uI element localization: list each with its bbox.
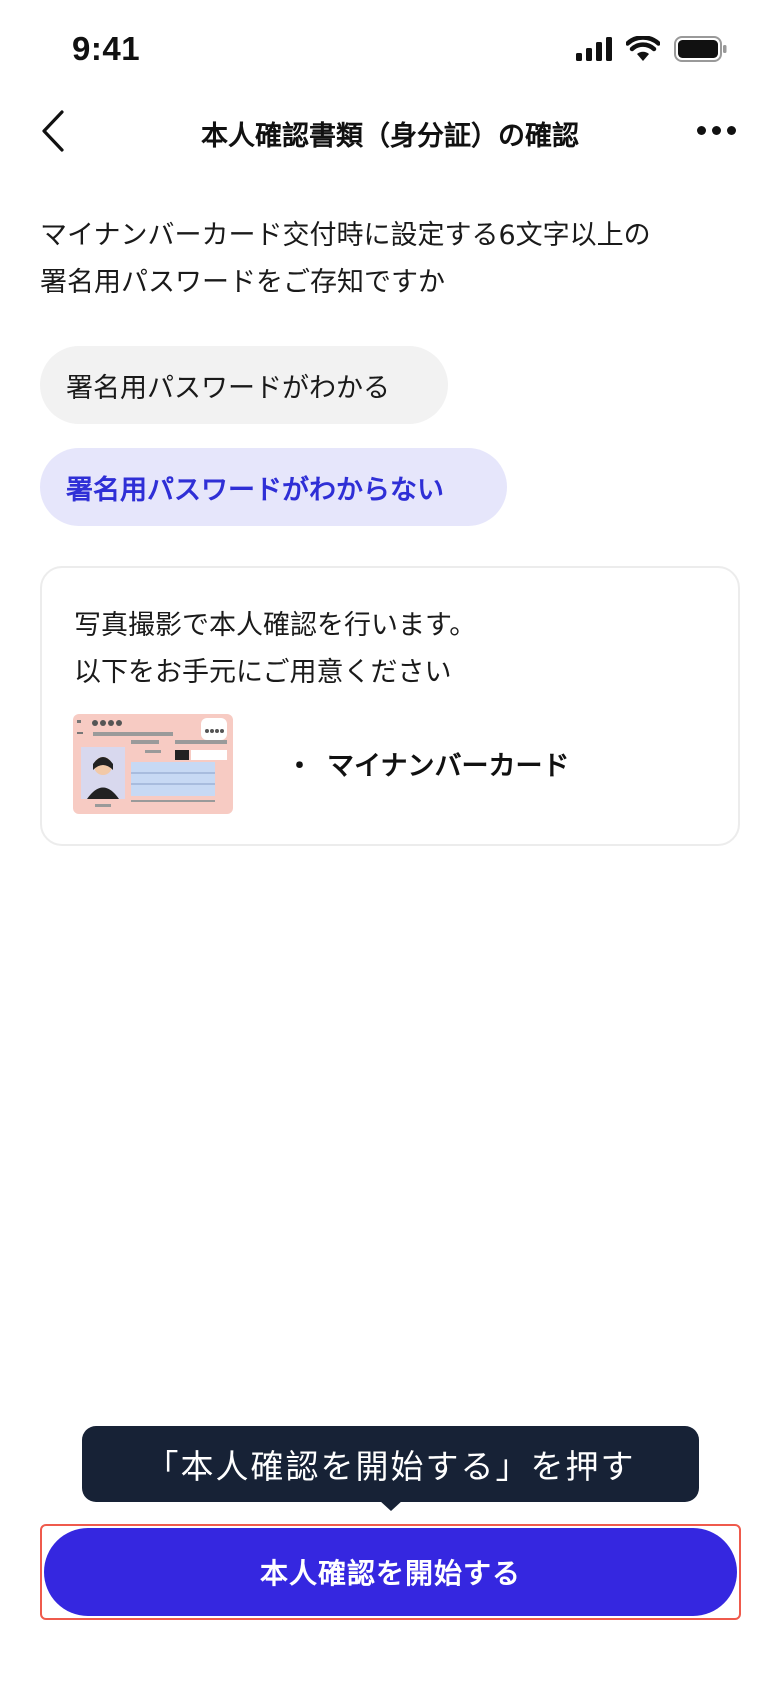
wifi-icon: [626, 36, 660, 61]
page-title: 本人確認書類（身分証）の確認: [201, 121, 579, 152]
status-bar: 9:41: [0, 0, 780, 100]
more-dots-icon: [696, 125, 706, 135]
question-line-1: マイナンバーカード交付時に設定する6文字以上の: [40, 220, 651, 251]
status-time: 9:41: [72, 30, 141, 67]
info-card: 写真撮影で本人確認を行います。 以下をお手元にご用意ください ・ マイナンバーカ…: [40, 566, 740, 846]
more-options-button[interactable]: [688, 112, 744, 148]
status-icons: [576, 36, 728, 62]
my-number-card-icon: [73, 714, 233, 814]
instruction-tooltip: 「本人確認を開始する」を押す: [82, 1426, 699, 1502]
question-line-2: 署名用パスワードをご存知ですか: [40, 267, 445, 298]
info-line-1: 写真撮影で本人確認を行います。: [74, 610, 477, 641]
battery-icon: [674, 36, 727, 62]
document-item: ・ マイナンバーカード: [286, 744, 569, 783]
navigation-bar: 本人確認書類（身分証）の確認: [0, 100, 780, 180]
tooltip-arrow: [379, 1500, 403, 1511]
start-verification-button[interactable]: 本人確認を開始する: [44, 1528, 737, 1616]
choice-label: 署名用パスワードがわからない: [66, 474, 444, 506]
document-bullet: ・: [286, 751, 313, 782]
cta-highlight-frame: 本人確認を開始する: [40, 1524, 741, 1620]
choice-does-not-know-password[interactable]: 署名用パスワードがわからない: [40, 448, 507, 526]
info-line-2: 以下をお手元にご用意ください: [74, 657, 452, 688]
cellular-signal-icon: [576, 37, 612, 61]
info-text: 写真撮影で本人確認を行います。 以下をお手元にご用意ください: [74, 602, 476, 696]
tooltip-text: 「本人確認を開始する」を押す: [145, 1447, 636, 1486]
choice-knows-password[interactable]: 署名用パスワードがわかる: [40, 346, 448, 424]
document-label: マイナンバーカード: [327, 751, 570, 782]
question-text: マイナンバーカード交付時に設定する6文字以上の 署名用パスワードをご存知ですか: [40, 212, 740, 306]
choice-label: 署名用パスワードがわかる: [66, 372, 390, 404]
start-verification-label: 本人確認を開始する: [259, 1557, 521, 1590]
